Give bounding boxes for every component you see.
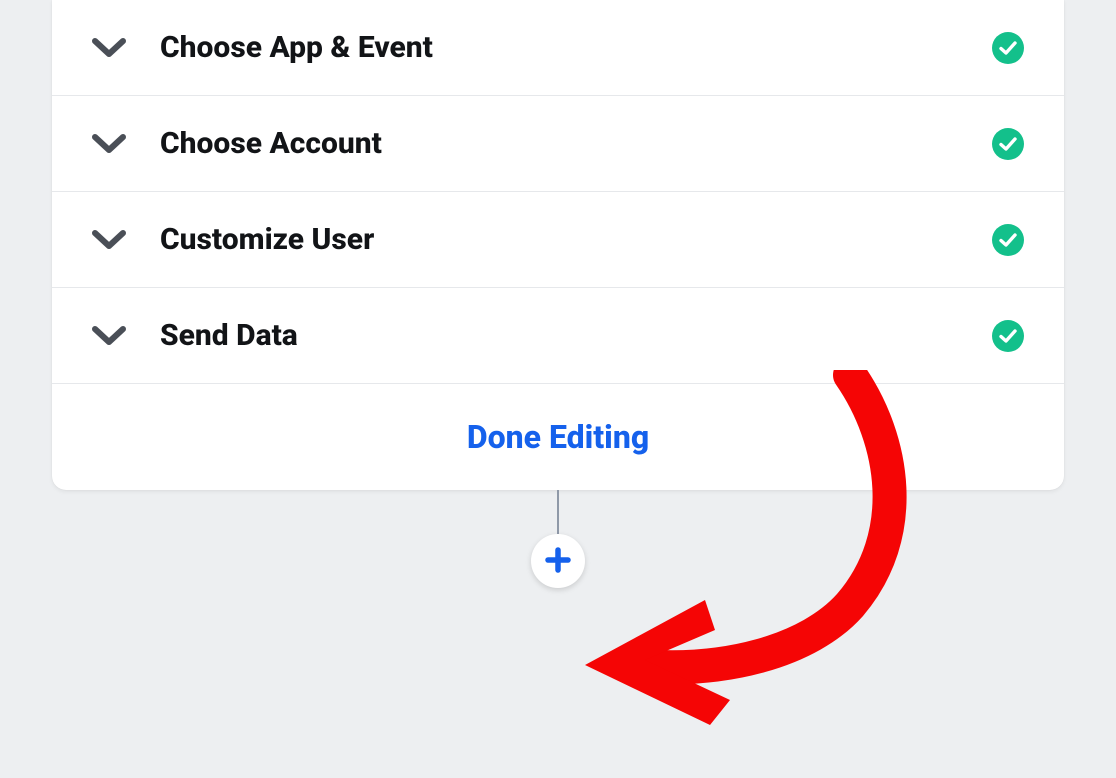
check-icon [992, 320, 1024, 352]
connector-line [557, 490, 559, 534]
plus-icon [545, 547, 571, 576]
step-label: Customize User [160, 222, 958, 257]
add-step-button[interactable] [531, 534, 585, 588]
page-root: Choose App & Event Choose Account Custom… [0, 0, 1116, 778]
step-choose-account[interactable]: Choose Account [52, 96, 1064, 192]
chevron-down-icon [92, 37, 126, 59]
step-send-data[interactable]: Send Data [52, 288, 1064, 384]
chevron-down-icon [92, 133, 126, 155]
done-editing-link[interactable]: Done Editing [467, 418, 649, 456]
chevron-down-icon [92, 325, 126, 347]
check-icon [992, 224, 1024, 256]
step-label: Choose Account [160, 126, 958, 161]
step-customize-user[interactable]: Customize User [52, 192, 1064, 288]
check-icon [992, 128, 1024, 160]
step-choose-app-event[interactable]: Choose App & Event [52, 0, 1064, 96]
chevron-down-icon [92, 229, 126, 251]
check-icon [992, 32, 1024, 64]
step-label: Send Data [160, 318, 958, 353]
steps-card: Choose App & Event Choose Account Custom… [52, 0, 1064, 490]
step-label: Choose App & Event [160, 30, 958, 65]
card-footer: Done Editing [52, 384, 1064, 490]
